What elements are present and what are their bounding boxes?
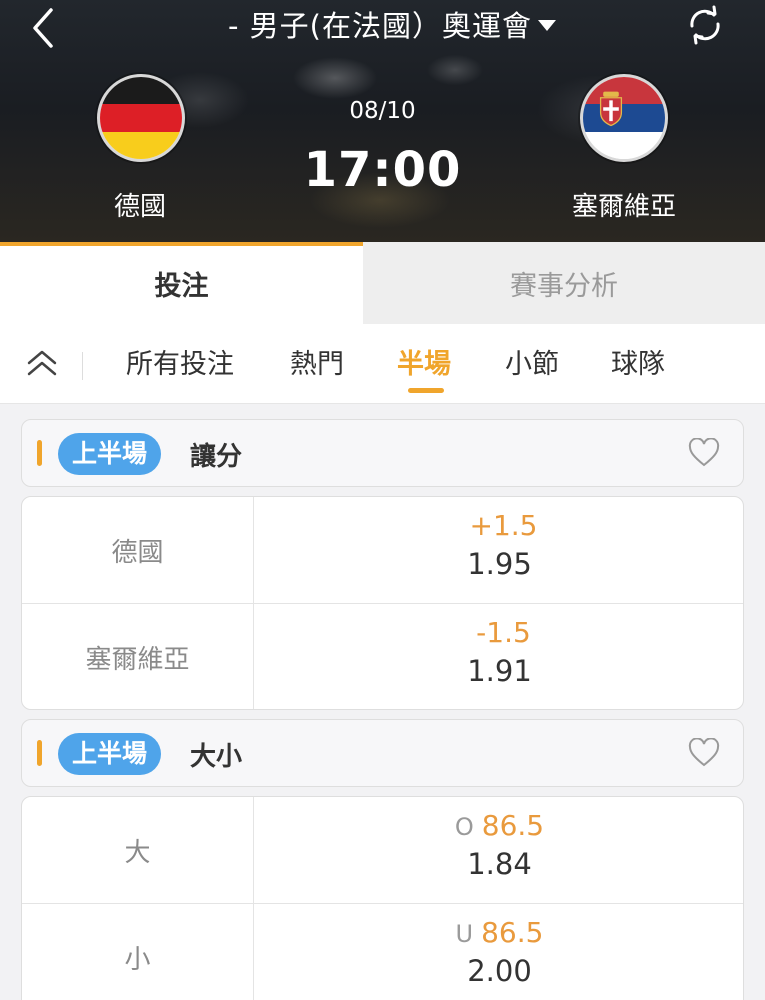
divider bbox=[82, 352, 83, 380]
tab-betting[interactable]: 投注 bbox=[0, 242, 363, 324]
total-line: U 86.5 bbox=[455, 916, 544, 949]
heart-icon[interactable] bbox=[688, 438, 720, 468]
coat-of-arms-icon bbox=[599, 91, 623, 127]
handicap-line: +1.5 bbox=[469, 509, 538, 542]
serbia-flag-icon bbox=[580, 74, 668, 162]
table-row: 小 U 86.5 2.00 bbox=[22, 903, 743, 1000]
table-row: 大 O 86.5 1.84 bbox=[22, 797, 743, 904]
odds-button[interactable]: -1.5 1.91 bbox=[254, 604, 743, 709]
total-line: O 86.5 bbox=[454, 809, 545, 842]
collapse-button[interactable] bbox=[24, 346, 60, 382]
sub-tab-quarter[interactable]: 小節 bbox=[505, 342, 559, 381]
competition-title: - 男子(在法國）奧運會 bbox=[228, 9, 532, 43]
tab-betting-label: 投注 bbox=[154, 270, 209, 302]
odds-price: 2.00 bbox=[467, 954, 532, 988]
table-row: 塞爾維亞 -1.5 1.91 bbox=[22, 603, 743, 709]
selection-label: 小 bbox=[22, 904, 254, 1000]
selection-label: 塞爾維亞 bbox=[22, 604, 254, 709]
germany-flag-icon bbox=[97, 74, 185, 162]
competition-selector[interactable]: - 男子(在法國）奧運會 bbox=[228, 4, 556, 44]
odds-price: 1.91 bbox=[467, 654, 532, 688]
caret-down-icon bbox=[538, 19, 556, 31]
odds-button[interactable]: +1.5 1.95 bbox=[254, 497, 743, 604]
chevron-left-icon bbox=[33, 8, 53, 48]
selection-label: 大 bbox=[22, 797, 254, 904]
handicap-line: -1.5 bbox=[476, 616, 531, 649]
market-body-handicap: 德國 +1.5 1.95 塞爾維亞 -1.5 1.91 bbox=[21, 496, 744, 710]
sub-tabs: 所有投注 熱門 半場 小節 球隊 bbox=[0, 324, 765, 404]
period-badge: 上半場 bbox=[58, 733, 162, 775]
away-team-name: 塞爾維亞 bbox=[571, 192, 676, 222]
double-chevron-up-icon bbox=[27, 350, 57, 376]
period-badge: 上半場 bbox=[58, 433, 162, 475]
market-header-handicap[interactable]: 上半場 讓分 bbox=[21, 419, 744, 487]
refresh-button[interactable] bbox=[684, 4, 726, 46]
sub-tab-all-bets[interactable]: 所有投注 bbox=[126, 342, 234, 381]
match-time: 17:00 bbox=[303, 142, 462, 198]
tab-match-analysis[interactable]: 賽事分析 bbox=[363, 242, 765, 324]
selection-label: 德國 bbox=[22, 497, 254, 604]
accent-bar bbox=[37, 740, 42, 766]
accent-bar bbox=[37, 440, 42, 466]
match-date: 08/10 bbox=[349, 98, 416, 124]
odds-price: 1.95 bbox=[467, 547, 532, 581]
back-button[interactable] bbox=[22, 6, 66, 50]
market-title: 讓分 bbox=[190, 442, 243, 472]
active-tab-indicator bbox=[408, 388, 444, 393]
tab-match-analysis-label: 賽事分析 bbox=[510, 270, 618, 302]
refresh-icon bbox=[690, 5, 720, 45]
table-row: 德國 +1.5 1.95 bbox=[22, 497, 743, 604]
market-title: 大小 bbox=[190, 742, 243, 772]
odds-button[interactable]: U 86.5 2.00 bbox=[254, 904, 743, 1000]
home-team-name: 德國 bbox=[113, 192, 166, 222]
sub-tab-half[interactable]: 半場 bbox=[397, 342, 451, 381]
odds-price: 1.84 bbox=[467, 847, 532, 881]
market-body-over-under: 大 O 86.5 1.84 小 U 86.5 2.00 bbox=[21, 796, 744, 1000]
heart-icon[interactable] bbox=[688, 738, 720, 768]
main-tabs: 投注 賽事分析 bbox=[0, 242, 765, 324]
odds-button[interactable]: O 86.5 1.84 bbox=[254, 797, 743, 904]
match-header: - 男子(在法國）奧運會 德國 08/10 17:00 塞爾維亞 bbox=[0, 0, 765, 242]
market-header-over-under[interactable]: 上半場 大小 bbox=[21, 719, 744, 787]
sub-tab-popular[interactable]: 熱門 bbox=[290, 342, 344, 381]
sub-tab-team[interactable]: 球隊 bbox=[611, 342, 665, 381]
